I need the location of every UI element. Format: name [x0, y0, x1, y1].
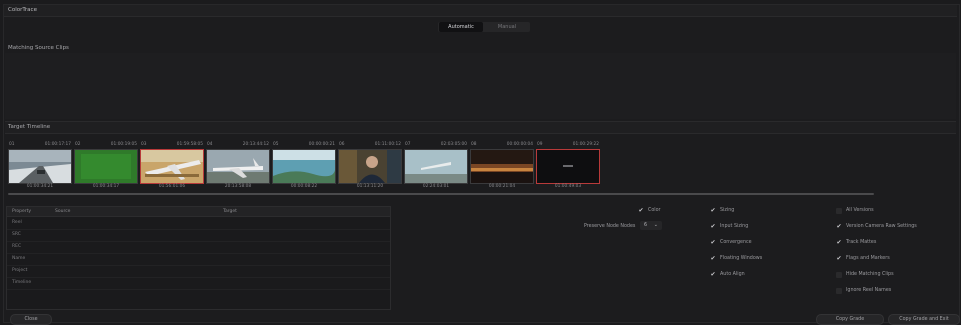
unchecked-box-icon [836, 272, 842, 278]
timeline-clip-7[interactable]: 07 02:03:05:00 02:24:03:01 [404, 142, 468, 190]
window-header: ColorTrace [4, 5, 957, 17]
clip-thumbnail-snowy-road [8, 149, 72, 184]
row-label: SRC [12, 232, 21, 237]
sizing-label: Sizing [720, 208, 735, 213]
col-source: Source [55, 209, 71, 214]
clip-timecode-start: 01:00:19:05 [110, 142, 137, 147]
timeline-clip-3[interactable]: 03 01:59:58:05 01:56:01:06 [140, 142, 204, 190]
matching-source-area [5, 53, 956, 119]
clip-number: 01 [9, 142, 15, 147]
clip-timecode-start: 20:13:44:12 [242, 142, 269, 147]
copy-grade-button[interactable]: Copy Grade [816, 314, 884, 325]
clip-timecode-start: 00:00:00:04 [506, 142, 533, 147]
clip-timecode-end: 01:00:34:17 [92, 184, 120, 189]
ignore-reel-names-label: Ignore Reel Names [846, 288, 892, 293]
property-table-header: Property Source Target [7, 207, 390, 217]
clip-thumbnail-plane-desert [140, 149, 204, 184]
all-versions-label: All Versions [846, 208, 874, 213]
clip-timecode-start: 01:00:17:17 [44, 142, 71, 147]
clip-number: 03 [141, 142, 147, 147]
clip-thumbnail-green-screen [74, 149, 138, 184]
preserve-node-value: 6 [644, 223, 648, 228]
clip-timecode-start: 00:00:00:21 [308, 142, 335, 147]
unchecked-box-icon [836, 288, 842, 294]
check-icon: ✔ [836, 255, 842, 262]
clip-timecode-end: 00:00:21:04 [488, 184, 516, 189]
matching-source-title: Matching Source Clips [8, 45, 69, 51]
clip-number: 04 [207, 142, 213, 147]
clip-number: 07 [405, 142, 411, 147]
timeline-clip-2[interactable]: 02 01:00:19:05 01:00:34:17 [74, 142, 138, 190]
clip-thumbnail-night-city [470, 149, 534, 184]
close-button[interactable]: Close [10, 314, 52, 325]
row-label: Project [12, 268, 28, 273]
check-icon: ✔ [836, 239, 842, 246]
clip-number: 05 [273, 142, 279, 147]
clip-number: 08 [471, 142, 477, 147]
row-label: REC [12, 244, 22, 249]
clip-timecode-start: 01:59:58:05 [176, 142, 203, 147]
timeline-scrollbar[interactable] [8, 193, 874, 195]
check-icon: ✔ [836, 223, 842, 230]
row-label: Timeline [12, 280, 32, 285]
check-icon: ✔ [710, 271, 716, 278]
row-label: Name [12, 256, 26, 261]
mode-switch: Automatic Manual [438, 22, 530, 32]
hide-matching-clips-label: Hide Matching Clips [846, 272, 894, 277]
convergence-label: Convergence [720, 240, 752, 245]
clip-thumbnail-man-portrait [338, 149, 402, 184]
check-icon: ✔ [638, 207, 644, 214]
clip-thumbnail-coastline [272, 149, 336, 184]
clip-timecode-end: 02:24:03:01 [422, 184, 450, 189]
clip-thumbnail-dark-title [536, 149, 600, 184]
target-timeline-header: Target Timeline [5, 121, 956, 134]
timeline-clip-4[interactable]: 04 20:13:44:12 20:13:58:08 [206, 142, 270, 190]
window-title: ColorTrace [8, 7, 37, 13]
table-row: Timeline [7, 277, 390, 290]
check-icon: ✔ [710, 207, 716, 214]
input-sizing-label: Input Sizing [720, 224, 749, 229]
preserve-node-label: Preserve Node Nodes [584, 224, 636, 229]
clip-number: 02 [75, 142, 81, 147]
clip-timecode-start: 01:00:29:22 [572, 142, 599, 147]
target-timeline-title: Target Timeline [8, 124, 51, 130]
clip-timecode-start: 02:03:05:00 [440, 142, 467, 147]
clip-timecode-end: 01:56:01:06 [158, 184, 186, 189]
clip-timecode-end: 00:00:08:22 [290, 184, 318, 189]
copy-grade-and-exit-button[interactable]: Copy Grade and Exit [888, 314, 960, 325]
clip-timecode-end: 01:13:11:20 [356, 184, 384, 189]
check-icon: ✔ [710, 255, 716, 262]
check-icon: ✔ [710, 239, 716, 246]
col-target: Target [223, 209, 237, 214]
clip-timecode-end: 01:00:49:03 [554, 184, 582, 189]
check-icon: ✔ [710, 223, 716, 230]
clip-timecode-end: 01:00:34:21 [26, 184, 54, 189]
preserve-node-select[interactable]: 6 ⌄ [640, 221, 662, 230]
clip-timecode-start: 01:11:00:12 [374, 142, 401, 147]
flags-and-markers-label: Flags and Markers [846, 256, 890, 261]
clip-number: 09 [537, 142, 543, 147]
color-label: Color [648, 208, 661, 213]
row-label: Reel [12, 220, 22, 225]
timeline-clip-1[interactable]: 01 01:00:17:17 01:00:34:21 [8, 142, 72, 190]
auto-align-label: Auto Align [720, 272, 745, 277]
timeline-clip-8[interactable]: 08 00:00:00:04 00:00:21:04 [470, 142, 534, 190]
version-camera-raw-label: Version Camera Raw Settings [846, 224, 917, 229]
clip-thumbnail-plane-runway [206, 149, 270, 184]
timeline-clip-6[interactable]: 06 01:11:00:12 01:13:11:20 [338, 142, 402, 190]
clip-number: 06 [339, 142, 345, 147]
chevron-down-icon: ⌄ [653, 222, 658, 228]
property-table: Property Source Target Reel SRC REC Name… [6, 206, 391, 310]
tab-automatic[interactable]: Automatic [439, 22, 483, 32]
floating-windows-label: Floating Windows [720, 256, 763, 261]
timeline-clip-5[interactable]: 05 00:00:00:21 00:00:08:22 [272, 142, 336, 190]
tab-manual[interactable]: Manual [485, 22, 529, 32]
timeline-clip-9[interactable]: 09 01:00:29:22 01:00:49:03 [536, 142, 600, 190]
track-mattes-label: Track Mattes [846, 240, 877, 245]
unchecked-box-icon [836, 208, 842, 214]
col-property: Property [12, 209, 32, 214]
clip-timecode-end: 20:13:58:08 [224, 184, 252, 189]
clip-thumbnail-plane-takeoff [404, 149, 468, 184]
